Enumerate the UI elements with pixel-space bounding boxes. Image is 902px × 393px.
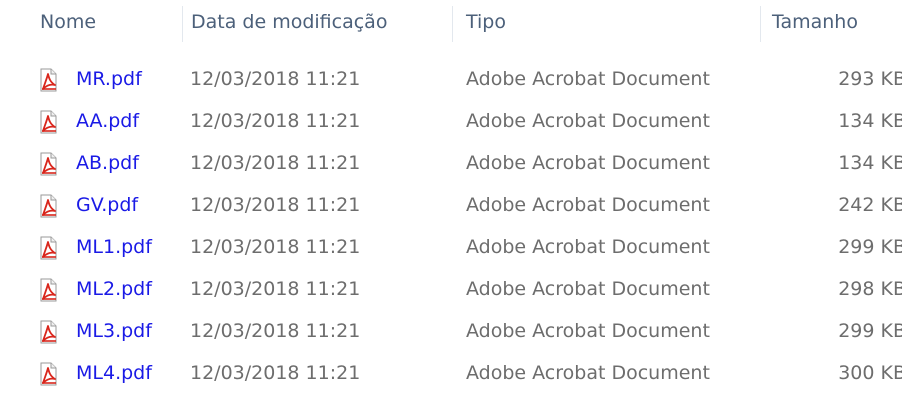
file-size-value: 134 KB xyxy=(838,152,902,174)
file-size: 293 KB xyxy=(772,59,902,99)
file-type: Adobe Acrobat Document xyxy=(466,320,710,342)
file-name-cell[interactable]: ML2.pdf xyxy=(36,269,181,309)
file-type: Adobe Acrobat Document xyxy=(466,152,710,174)
file-date: 12/03/2018 11:21 xyxy=(190,278,361,300)
file-date: 12/03/2018 11:21 xyxy=(190,152,361,174)
file-name[interactable]: AB.pdf xyxy=(76,143,139,183)
pdf-file-icon xyxy=(40,278,57,302)
file-row[interactable]: GV.pdf 12/03/2018 11:21 Adobe Acrobat Do… xyxy=(0,185,902,225)
file-size: 299 KB xyxy=(772,311,902,351)
column-separator[interactable] xyxy=(182,6,183,42)
file-date: 12/03/2018 11:21 xyxy=(190,110,361,132)
file-size: 300 KB xyxy=(772,353,902,393)
file-size-value: 293 KB xyxy=(838,68,902,90)
file-name[interactable]: ML2.pdf xyxy=(76,269,152,309)
column-header-bar: Nome Data de modificação Tipo Tamanho xyxy=(0,0,902,46)
pdf-file-icon xyxy=(40,194,57,218)
pdf-file-icon xyxy=(40,152,57,176)
file-type: Adobe Acrobat Document xyxy=(466,362,710,384)
pdf-file-icon xyxy=(40,362,57,386)
file-size-value: 300 KB xyxy=(838,362,902,384)
file-name[interactable]: ML4.pdf xyxy=(76,353,152,393)
file-row[interactable]: ML3.pdf 12/03/2018 11:21 Adobe Acrobat D… xyxy=(0,311,902,351)
file-name-cell[interactable]: MR.pdf xyxy=(36,59,181,99)
file-name-cell[interactable]: AB.pdf xyxy=(36,143,181,183)
file-size-value: 299 KB xyxy=(838,320,902,342)
file-name[interactable]: MR.pdf xyxy=(76,59,142,99)
file-name-cell[interactable]: ML3.pdf xyxy=(36,311,181,351)
file-row[interactable]: ML1.pdf 12/03/2018 11:21 Adobe Acrobat D… xyxy=(0,227,902,267)
file-size-value: 242 KB xyxy=(838,194,902,216)
file-date: 12/03/2018 11:21 xyxy=(190,68,361,90)
pdf-file-icon xyxy=(40,236,57,260)
file-row[interactable]: ML4.pdf 12/03/2018 11:21 Adobe Acrobat D… xyxy=(0,353,902,393)
file-size: 242 KB xyxy=(772,185,902,225)
column-header-date[interactable]: Data de modificação xyxy=(191,0,387,46)
file-size: 134 KB xyxy=(772,143,902,183)
file-date: 12/03/2018 11:21 xyxy=(190,362,361,384)
file-type: Adobe Acrobat Document xyxy=(466,194,710,216)
file-date: 12/03/2018 11:21 xyxy=(190,320,361,342)
file-size: 134 KB xyxy=(772,101,902,141)
file-type: Adobe Acrobat Document xyxy=(466,236,710,258)
file-size-value: 134 KB xyxy=(838,110,902,132)
file-name[interactable]: ML1.pdf xyxy=(76,227,152,267)
column-separator[interactable] xyxy=(760,6,761,42)
file-row[interactable]: ML2.pdf 12/03/2018 11:21 Adobe Acrobat D… xyxy=(0,269,902,309)
file-list-view: Nome Data de modificação Tipo Tamanho MR… xyxy=(0,0,902,392)
column-header-type[interactable]: Tipo xyxy=(466,0,506,46)
file-name[interactable]: AA.pdf xyxy=(76,101,139,141)
file-size: 298 KB xyxy=(772,269,902,309)
file-row[interactable]: AA.pdf 12/03/2018 11:21 Adobe Acrobat Do… xyxy=(0,101,902,141)
pdf-file-icon xyxy=(40,68,57,92)
file-row[interactable]: MR.pdf 12/03/2018 11:21 Adobe Acrobat Do… xyxy=(0,59,902,99)
file-name[interactable]: ML3.pdf xyxy=(76,311,152,351)
file-size-value: 298 KB xyxy=(838,278,902,300)
file-name-cell[interactable]: AA.pdf xyxy=(36,101,181,141)
column-header-name[interactable]: Nome xyxy=(40,0,96,46)
column-separator[interactable] xyxy=(452,6,453,42)
pdf-file-icon xyxy=(40,110,57,134)
file-type: Adobe Acrobat Document xyxy=(466,278,710,300)
file-name-cell[interactable]: GV.pdf xyxy=(36,185,181,225)
file-type: Adobe Acrobat Document xyxy=(466,68,710,90)
file-name-cell[interactable]: ML4.pdf xyxy=(36,353,181,393)
file-name-cell[interactable]: ML1.pdf xyxy=(36,227,181,267)
file-date: 12/03/2018 11:21 xyxy=(190,236,361,258)
file-name[interactable]: GV.pdf xyxy=(76,185,138,225)
file-size-value: 299 KB xyxy=(838,236,902,258)
file-row[interactable]: AB.pdf 12/03/2018 11:21 Adobe Acrobat Do… xyxy=(0,143,902,183)
column-header-size[interactable]: Tamanho xyxy=(772,0,858,46)
file-type: Adobe Acrobat Document xyxy=(466,110,710,132)
file-date: 12/03/2018 11:21 xyxy=(190,194,361,216)
pdf-file-icon xyxy=(40,320,57,344)
file-size: 299 KB xyxy=(772,227,902,267)
